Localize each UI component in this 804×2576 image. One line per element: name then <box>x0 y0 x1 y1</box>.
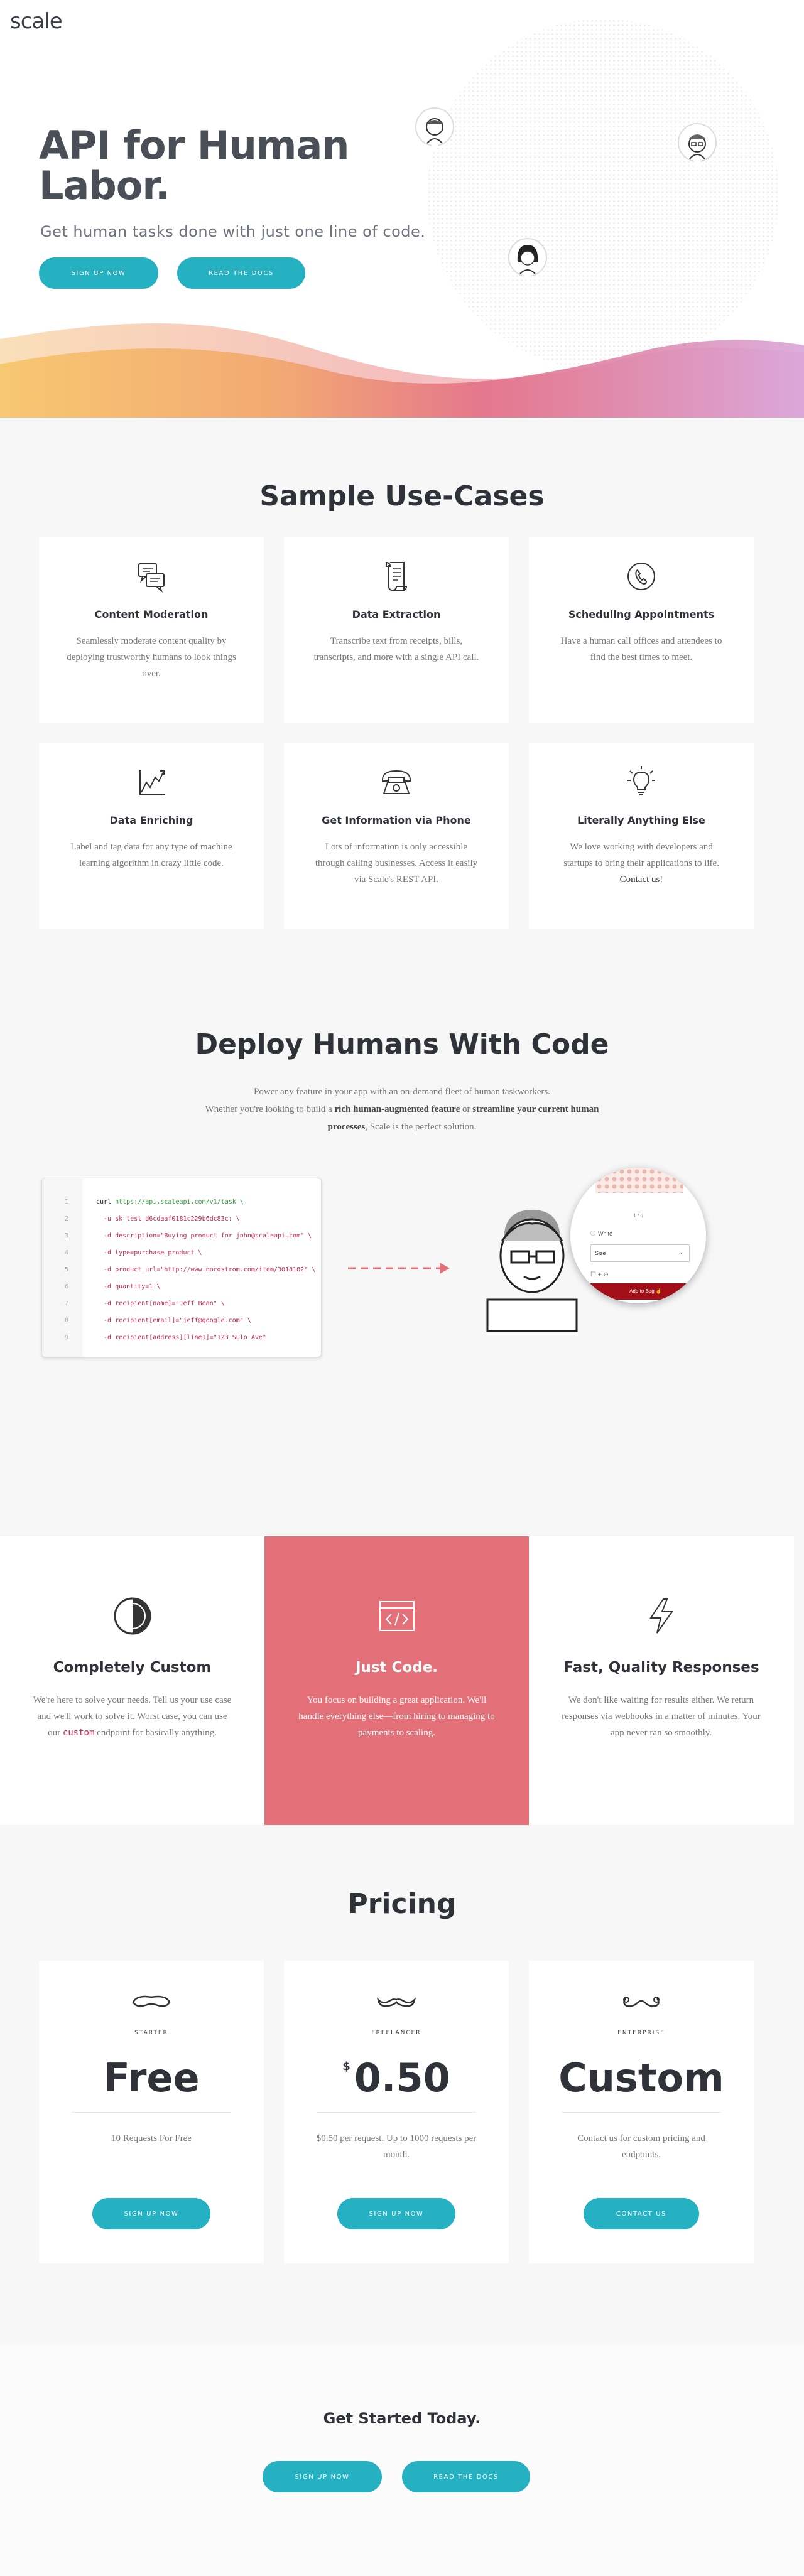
use-case-title: Content Moderation <box>94 608 209 620</box>
plan-price: $0.50 <box>342 2055 450 2101</box>
feature-text: We're here to solve your needs. Tell us … <box>33 1695 232 1738</box>
cta-read-docs-button[interactable]: READ THE DOCS <box>402 2461 530 2492</box>
line-chart-icon <box>139 770 165 795</box>
receipt-scroll-icon <box>386 561 408 591</box>
worker-avatar-icon <box>678 123 717 168</box>
use-case-card: Get Information via Phone Lots of inform… <box>284 743 509 929</box>
use-case-title: Get Information via Phone <box>322 814 471 826</box>
plan-description: $0.50 per request. Up to 1000 requests p… <box>316 2133 477 2160</box>
product-zoom-circle: 1 / 6 White Size ⌄ ☐ + ⊕ Add to Bag ☝ <box>570 1168 706 1303</box>
cta-sign-up-button[interactable]: SIGN UP NOW <box>263 2461 382 2492</box>
read-docs-button[interactable]: READ THE DOCS <box>177 257 305 289</box>
lightning-bolt-icon <box>649 1598 673 1634</box>
quantity-stepper[interactable]: ☐ + ⊕ <box>590 1271 609 1278</box>
use-case-card: Scheduling Appointments Have a human cal… <box>529 537 754 723</box>
use-case-title: Data Extraction <box>352 608 441 620</box>
plan-signup-button[interactable]: SIGN UP NOW <box>92 2198 210 2229</box>
plan-price: Custom <box>558 2055 724 2101</box>
pricing-card: FREELANCER $0.50 $0.50 per request. Up t… <box>284 1961 509 2263</box>
code-line: 1 curl https://api.scaleapi.com/v1/task \ <box>64 1199 244 1205</box>
cursor-icon: ☝ <box>655 1288 662 1294</box>
mustache-freelancer-icon <box>377 1997 416 2007</box>
plan-tier: STARTER <box>134 2030 168 2036</box>
divider <box>72 2112 231 2113</box>
deploy-description: Power any feature in your app with an on… <box>205 1087 599 1132</box>
plan-description: Contact us for custom pricing and endpoi… <box>577 2133 705 2160</box>
code-line: 9 -d recipient[address][line1]="123 Sulo… <box>64 1334 266 1341</box>
code-line: 4 -d type=purchase_product \ <box>64 1249 202 1256</box>
use-case-title: Data Enriching <box>109 814 193 826</box>
use-case-card: Content Moderation Seamlessly moderate c… <box>39 537 264 723</box>
image-pager: 1 / 6 <box>633 1213 643 1219</box>
product-image <box>595 1168 683 1193</box>
code-line: 6 -d quantity=1 \ <box>64 1283 161 1290</box>
divider <box>317 2112 476 2113</box>
plan-tier: FREELANCER <box>371 2030 421 2036</box>
color-swatch[interactable] <box>590 1231 595 1236</box>
use-case-text: Have a human call offices and attendees … <box>560 636 722 662</box>
contact-us-button[interactable]: CONTACT US <box>584 2198 699 2229</box>
plan-price: Free <box>103 2055 200 2101</box>
code-window-icon <box>379 1601 415 1631</box>
cta-section <box>0 2344 804 2576</box>
dashed-arrow-icon <box>348 1263 450 1274</box>
add-to-bag-button[interactable]: Add to Bag ☝ <box>589 1283 702 1300</box>
mustache-starter-icon <box>132 1995 171 2007</box>
lightbulb-icon <box>627 766 655 795</box>
pricing-card: STARTER Free 10 Requests For Free SIGN U… <box>39 1961 264 2263</box>
feature-title: Fast, Quality Responses <box>563 1659 759 1676</box>
chevron-down-icon: ⌄ <box>678 1249 684 1256</box>
code-line: 7 -d recipient[name]="Jeff Bean" \ <box>64 1300 225 1307</box>
wave-decoration <box>0 323 804 418</box>
use-case-title: Literally Anything Else <box>577 814 705 826</box>
color-label: White <box>598 1231 613 1237</box>
code-line: 3 -d description="Buying product for joh… <box>64 1232 312 1239</box>
worker-avatar-icon <box>415 107 454 152</box>
feature-card: Completely Custom We're here to solve yo… <box>0 1536 264 1825</box>
mustache-enterprise-icon <box>623 1997 660 2007</box>
worker-avatar-icon <box>508 238 547 283</box>
use-case-card: Literally Anything Else We love working … <box>529 743 754 929</box>
telephone-icon <box>382 770 411 794</box>
code-snippet: 1 curl https://api.scaleapi.com/v1/task \… <box>41 1178 322 1357</box>
use-case-title: Scheduling Appointments <box>568 608 715 620</box>
plan-signup-button[interactable]: SIGN UP NOW <box>337 2198 455 2229</box>
chat-bubbles-icon <box>138 563 165 593</box>
code-line: 5 -d product_url="http://www.nordstrom.c… <box>64 1266 316 1273</box>
feature-title: Just Code. <box>355 1659 438 1676</box>
feature-text: You focus on building a great applicatio… <box>298 1695 495 1738</box>
phone-circle-icon <box>627 563 655 590</box>
pricing-card: ENTERPRISE Custom Contact us for custom … <box>529 1961 754 2263</box>
hero-subtitle: Get human tasks done with just one line … <box>40 223 426 240</box>
hero-title: API for Human Labor. <box>39 122 349 208</box>
pricing-title: Pricing <box>347 1888 457 1920</box>
feature-card: Fast, Quality Responses We don't like wa… <box>529 1536 794 1825</box>
contact-us-link[interactable]: Contact us <box>620 875 660 885</box>
use-case-text: Label and tag data for any type of machi… <box>70 842 232 868</box>
deploy-title: Deploy Humans With Code <box>195 1028 609 1060</box>
use-case-text: We love working with developers and star… <box>563 842 719 885</box>
use-cases-title: Sample Use-Cases <box>259 480 545 512</box>
hero: scale API for Human Labor. Get human tas… <box>0 0 804 418</box>
use-case-text: Seamlessly moderate content quality by d… <box>67 636 236 679</box>
use-case-card: Data Enriching Label and tag data for an… <box>39 743 264 929</box>
plan-tier: ENTERPRISE <box>617 2030 665 2036</box>
use-case-text: Transcribe text from receipts, bills, tr… <box>313 636 479 662</box>
logo[interactable]: scale <box>10 9 63 34</box>
code-line: 8 -d recipient[email]="jeff@google.com" … <box>64 1317 251 1324</box>
sign-up-button[interactable]: SIGN UP NOW <box>39 257 158 289</box>
use-case-card: Data Extraction Transcribe text from rec… <box>284 537 509 723</box>
feature-text: We don't like waiting for results either… <box>562 1695 761 1738</box>
page: scale API for Human Labor. Get human tas… <box>0 0 804 2576</box>
feature-card: Just Code. You focus on building a great… <box>264 1536 529 1825</box>
code-line: 2 -u sk_test_d6cdaaf0181c229b6dc83c: \ <box>64 1215 240 1222</box>
divider <box>562 2112 721 2113</box>
feature-title: Completely Custom <box>53 1659 212 1676</box>
size-select[interactable]: Size ⌄ <box>590 1244 690 1262</box>
developer-illustration-icon <box>486 1210 578 1332</box>
cta-title: Get Started Today. <box>323 2410 481 2427</box>
half-circle-icon <box>114 1597 151 1635</box>
use-case-text: Lots of information is only accessible t… <box>315 842 478 885</box>
plan-description: 10 Requests For Free <box>111 2133 192 2143</box>
